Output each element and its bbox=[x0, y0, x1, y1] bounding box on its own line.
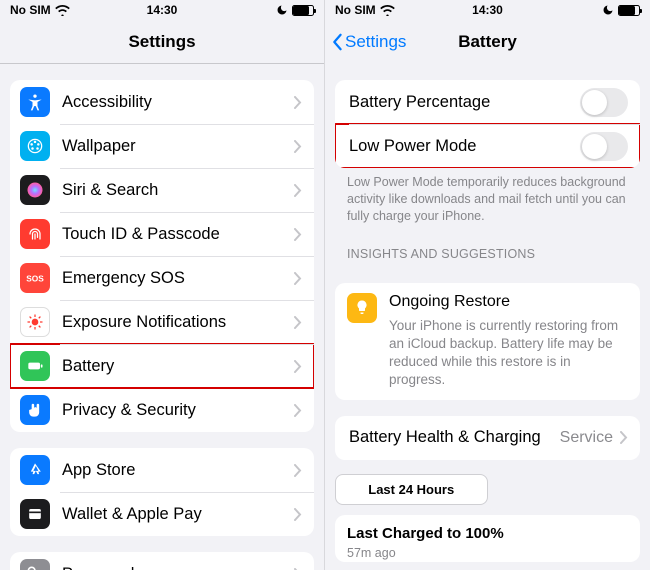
wallpaper-icon bbox=[20, 131, 50, 161]
settings-row-hand[interactable]: Privacy & Security bbox=[10, 388, 314, 432]
battery-screen: No SIM 14:30 Settings Battery Battery Pe… bbox=[325, 0, 650, 570]
last-charged-title: Last Charged to 100% bbox=[347, 525, 628, 542]
row-label: App Store bbox=[62, 461, 294, 480]
sos-icon: SOS bbox=[20, 263, 50, 293]
settings-row-exposure[interactable]: Exposure Notifications bbox=[10, 300, 314, 344]
last-charged-subtitle: 57m ago bbox=[347, 546, 628, 560]
row-label: Siri & Search bbox=[62, 181, 294, 200]
chevron-right-icon bbox=[294, 404, 302, 417]
chevron-right-icon bbox=[294, 228, 302, 241]
row-label: Passwords bbox=[62, 565, 294, 570]
settings-list[interactable]: Accessibility Wallpaper Siri & Search Touch… bbox=[0, 64, 324, 570]
row-label: Touch ID & Passcode bbox=[62, 225, 294, 244]
svg-text:SOS: SOS bbox=[26, 273, 44, 283]
last-charged-block: Last Charged to 100% 57m ago bbox=[335, 515, 640, 562]
battery-content[interactable]: Battery Percentage Low Power Mode Low Pow… bbox=[325, 64, 650, 570]
chevron-right-icon bbox=[620, 431, 628, 444]
row-label: Battery bbox=[62, 357, 294, 376]
row-label: Wallpaper bbox=[62, 137, 294, 156]
toggle-switch[interactable] bbox=[580, 88, 628, 117]
lightbulb-icon bbox=[347, 293, 377, 323]
chevron-right-icon bbox=[294, 508, 302, 521]
switch-row-low-power-mode: Low Power Mode bbox=[335, 124, 640, 168]
switch-label: Battery Percentage bbox=[349, 93, 580, 112]
chevron-right-icon bbox=[294, 360, 302, 373]
settings-screen: No SIM 14:30 Settings Accessibility Wallp… bbox=[0, 0, 325, 570]
chevron-right-icon bbox=[294, 140, 302, 153]
wallet-icon bbox=[20, 499, 50, 529]
nav-bar: Settings Battery bbox=[325, 20, 650, 64]
touchid-icon bbox=[20, 219, 50, 249]
insight-description: Your iPhone is currently restoring from … bbox=[389, 317, 628, 390]
appstore-icon bbox=[20, 455, 50, 485]
key-icon bbox=[20, 559, 50, 570]
time-range-segment[interactable]: Last 24 Hours bbox=[335, 474, 640, 505]
battery-health-row[interactable]: Battery Health & Charging Service bbox=[335, 416, 640, 460]
switch-label: Low Power Mode bbox=[349, 137, 580, 156]
clock: 14:30 bbox=[325, 3, 650, 17]
battery-health-status: Service bbox=[560, 429, 613, 447]
accessibility-icon bbox=[20, 87, 50, 117]
settings-row-key[interactable]: Passwords bbox=[10, 552, 314, 570]
hand-icon bbox=[20, 395, 50, 425]
settings-row-wallpaper[interactable]: Wallpaper bbox=[10, 124, 314, 168]
back-button[interactable]: Settings bbox=[331, 32, 406, 52]
settings-row-sos[interactable]: SOS Emergency SOS bbox=[10, 256, 314, 300]
status-bar: No SIM 14:30 bbox=[0, 0, 324, 20]
settings-row-accessibility[interactable]: Accessibility bbox=[10, 80, 314, 124]
clock: 14:30 bbox=[0, 3, 324, 17]
chevron-right-icon bbox=[294, 464, 302, 477]
insights-header: INSIGHTS AND SUGGESTIONS bbox=[325, 225, 650, 267]
row-label: Wallet & Apple Pay bbox=[62, 505, 294, 524]
settings-row-touchid[interactable]: Touch ID & Passcode bbox=[10, 212, 314, 256]
row-label: Accessibility bbox=[62, 93, 294, 112]
battery-icon bbox=[618, 5, 640, 16]
siri-icon bbox=[20, 175, 50, 205]
chevron-right-icon bbox=[294, 316, 302, 329]
settings-row-battery[interactable]: Battery bbox=[10, 344, 314, 388]
segment-last-24h[interactable]: Last 24 Hours bbox=[335, 474, 488, 505]
row-label: Emergency SOS bbox=[62, 269, 294, 288]
chevron-right-icon bbox=[294, 184, 302, 197]
nav-bar: Settings bbox=[0, 20, 324, 64]
insight-title: Ongoing Restore bbox=[389, 293, 628, 311]
settings-row-siri[interactable]: Siri & Search bbox=[10, 168, 314, 212]
page-title: Battery bbox=[458, 32, 517, 52]
battery-icon bbox=[292, 5, 314, 16]
chevron-right-icon bbox=[294, 272, 302, 285]
status-bar: No SIM 14:30 bbox=[325, 0, 650, 20]
chevron-right-icon bbox=[294, 96, 302, 109]
row-label: Privacy & Security bbox=[62, 401, 294, 420]
settings-row-appstore[interactable]: App Store bbox=[10, 448, 314, 492]
page-title: Settings bbox=[128, 32, 195, 52]
insight-ongoing-restore: Ongoing Restore Your iPhone is currently… bbox=[335, 283, 640, 400]
settings-row-wallet[interactable]: Wallet & Apple Pay bbox=[10, 492, 314, 536]
low-power-mode-description: Low Power Mode temporarily reduces backg… bbox=[325, 168, 650, 225]
exposure-icon bbox=[20, 307, 50, 337]
switch-row-battery-percentage: Battery Percentage bbox=[335, 80, 640, 124]
battery-icon bbox=[20, 351, 50, 381]
row-label: Exposure Notifications bbox=[62, 313, 294, 332]
toggle-switch[interactable] bbox=[580, 132, 628, 161]
